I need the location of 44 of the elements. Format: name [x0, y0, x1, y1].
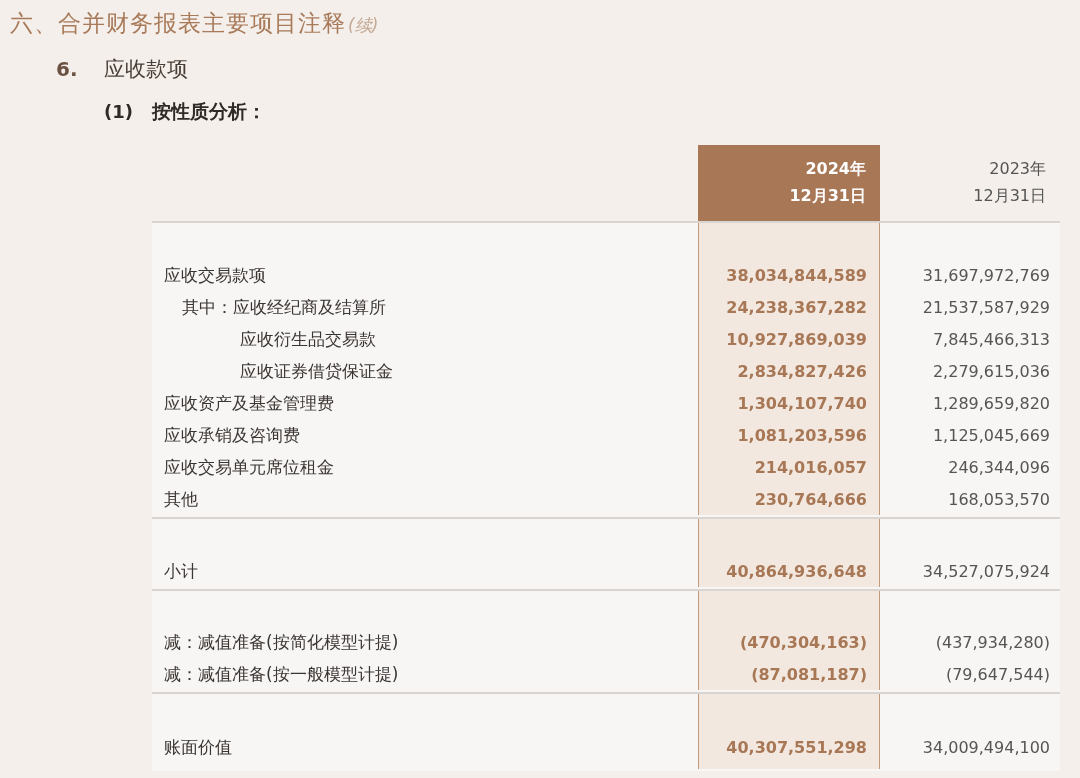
section-title: 应收款项: [104, 56, 188, 83]
row-label: 应收资产及基金管理费: [163, 391, 335, 415]
amount-cell: (87,081,187): [698, 658, 880, 690]
amount-cell-text: (437,934,280): [934, 631, 1051, 654]
amount-cell: 1,304,107,740: [698, 387, 880, 419]
amount-cell: 1,081,203,596: [698, 419, 880, 451]
amount-cell: 214,016,057: [698, 451, 880, 483]
amount-cell-text: 31,697,972,769: [921, 264, 1051, 287]
row-label: 应收衍生品交易款: [239, 327, 377, 351]
amount-cell-text: 34,527,075,924: [921, 560, 1051, 583]
amount-cell: 24,238,367,282: [698, 291, 880, 323]
row-label: 其他: [163, 487, 199, 511]
row-label: 小计: [163, 559, 199, 583]
amount-cell-text: (79,647,544): [944, 663, 1051, 686]
amount-cell: 10,927,869,039: [698, 323, 880, 355]
amount-cell: 38,034,844,589: [698, 259, 880, 291]
amount-cell: (470,304,163): [698, 626, 880, 658]
row-label: 减：减值准备(按简化模型计提): [163, 630, 400, 654]
continued-note: (续): [348, 14, 379, 37]
amount-cell-text: 1,125,045,669: [931, 424, 1051, 447]
amount-cell-text: 168,053,570: [947, 488, 1051, 511]
page-heading: 六、合并财务报表主要项目注释: [10, 9, 346, 38]
amount-cell-text: 246,344,096: [947, 456, 1051, 479]
subsection-title: 按性质分析：: [152, 99, 266, 124]
column-header: 2023年 12月31日: [972, 158, 1047, 207]
amount-cell-text: 21,537,587,929: [921, 296, 1051, 319]
amount-cell-text: 7,845,466,313: [931, 328, 1051, 351]
amount-cell: 40,307,551,298: [698, 731, 880, 763]
amount-cell: 2,834,827,426: [698, 355, 880, 387]
row-label: 应收承销及咨询费: [163, 423, 301, 447]
subsection-number: (1): [104, 101, 134, 122]
amount-cell: 40,864,936,648: [698, 555, 880, 587]
amount-cell: 230,764,666: [698, 483, 880, 515]
amount-cell-text: 2,279,615,036: [931, 360, 1051, 383]
row-label: 其中：应收经纪商及结算所: [181, 295, 387, 319]
row-label: 减：减值准备(按一般模型计提): [163, 662, 400, 686]
row-label: 应收交易单元席位租金: [163, 455, 335, 479]
row-label: 应收证券借贷保证金: [239, 359, 394, 383]
row-label: 账面价值: [163, 735, 233, 759]
section-number: 6.: [56, 57, 79, 81]
amount-cell-text: 34,009,494,100: [921, 736, 1051, 759]
column-header: 2024年 12月31日: [698, 145, 880, 221]
amount-cell-text: 1,289,659,820: [931, 392, 1051, 415]
row-label: 应收交易款项: [163, 263, 267, 287]
